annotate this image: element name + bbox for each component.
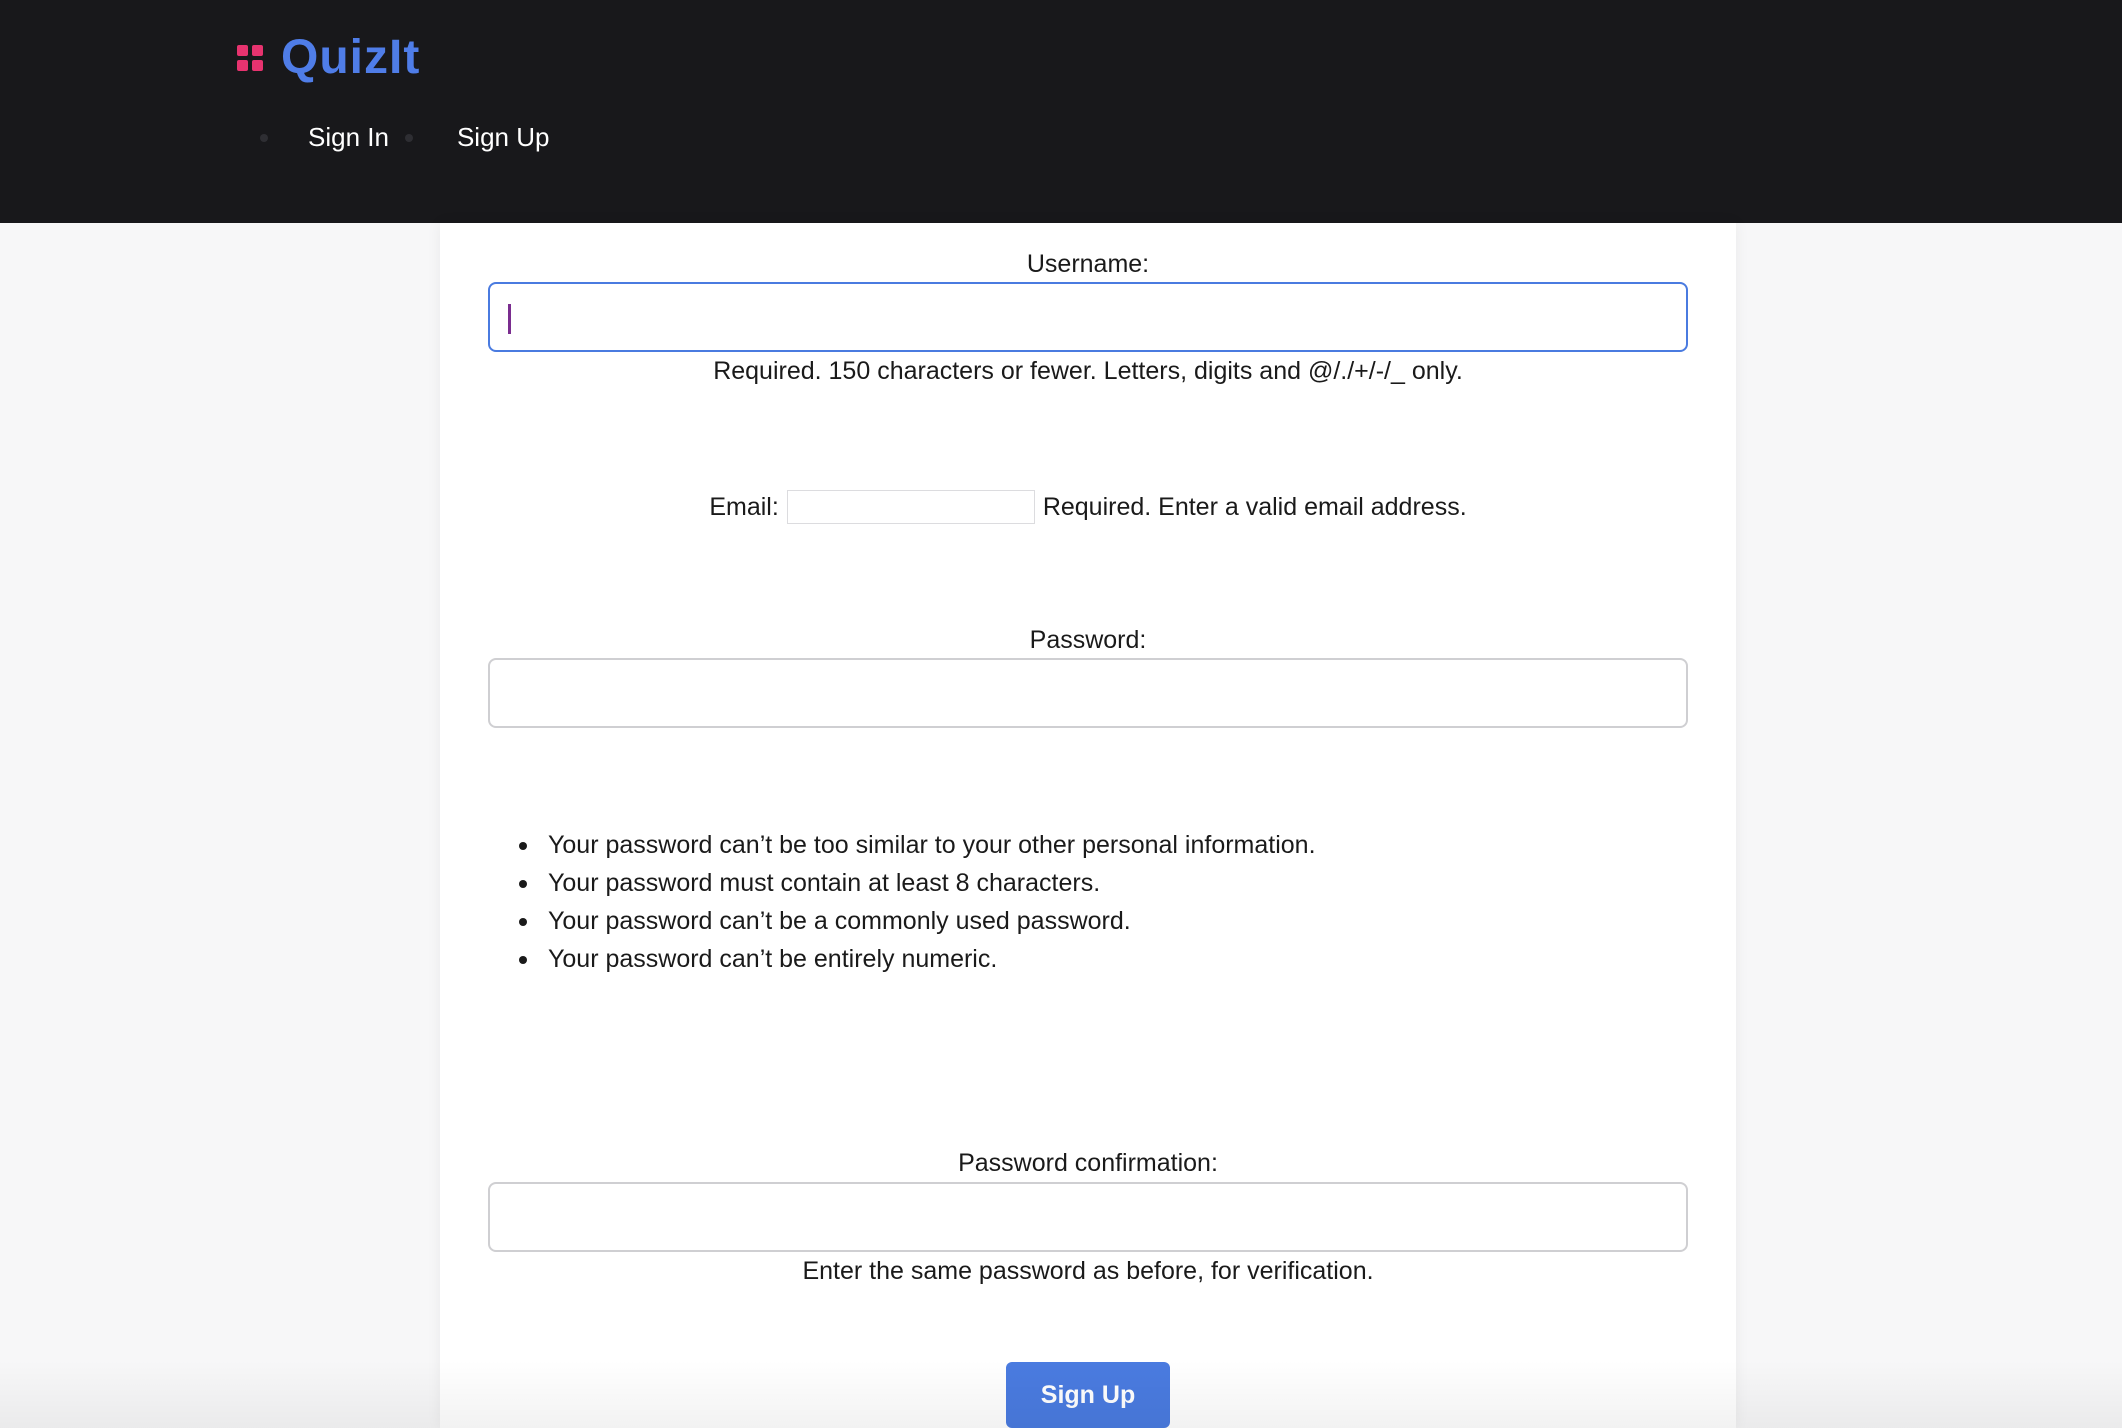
list-item: Your password can’t be a commonly used p… (519, 902, 1648, 940)
password-label: Password: (1029, 626, 1147, 654)
nav-link-sign-in[interactable]: Sign In (308, 122, 389, 153)
list-item: Your password can’t be entirely numeric. (519, 940, 1648, 978)
brand[interactable]: QuizIt (237, 30, 420, 85)
nav-bullet (404, 133, 413, 142)
username-label: Username: (1026, 250, 1150, 278)
nav-bullet (260, 133, 268, 142)
grid-logo-icon (237, 44, 263, 71)
password-confirmation-field[interactable] (488, 1182, 1688, 1252)
email-help-text: Required. Enter a valid email address. (1042, 492, 1467, 521)
text-cursor (508, 304, 511, 334)
list-item: Your password must contain at least 8 ch… (519, 864, 1648, 902)
sign-up-button[interactable]: Sign Up (1006, 1362, 1170, 1428)
username-help-text: Required. 150 characters or fewer. Lette… (713, 357, 1463, 385)
password-rules-list: Your password can’t be too similar to yo… (519, 826, 1648, 978)
list-item: Your password can’t be too similar to yo… (519, 826, 1648, 864)
password-confirmation-help-text: Enter the same password as before, for v… (802, 1257, 1374, 1285)
nav-link-sign-up[interactable]: Sign Up (457, 122, 550, 153)
username-field[interactable] (488, 282, 1688, 352)
email-row: Email: Required. Enter a valid email add… (440, 490, 1736, 524)
brand-name[interactable]: QuizIt (281, 30, 420, 85)
nav-menu: Sign In Sign Up (260, 122, 549, 153)
signup-form-card: Username: Required. 150 characters or fe… (440, 223, 1736, 1428)
email-label: Email: (709, 492, 779, 521)
password-field[interactable] (488, 658, 1688, 728)
top-navbar: QuizIt Sign In Sign Up (0, 0, 2122, 223)
password-confirmation-label: Password confirmation: (958, 1149, 1218, 1177)
email-field[interactable] (786, 490, 1035, 524)
